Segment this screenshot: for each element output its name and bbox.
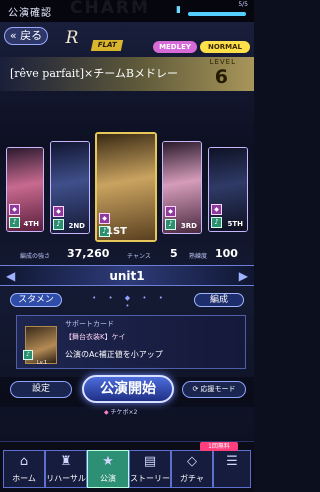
attribute-icon: ◆: [165, 206, 176, 217]
stamina-value: 5/5: [238, 1, 248, 8]
member-rank: 5TH: [227, 220, 243, 228]
note-icon: ♪: [165, 219, 176, 230]
start-performance-button[interactable]: 公演開始: [82, 375, 174, 403]
back-label: 戻る: [20, 29, 43, 42]
note-icon: ♪: [53, 219, 64, 230]
unit-page-indicator: • • ◆ • • •: [92, 294, 168, 310]
member-card-5th[interactable]: ◆ ♪ 5TH: [208, 147, 248, 232]
training-value: 100: [215, 247, 238, 260]
attribute-icon: ◆: [53, 206, 64, 217]
level-label: LEVEL: [209, 58, 236, 66]
nav-menu[interactable]: ☰: [213, 450, 251, 488]
ticket-icon: ◆: [104, 409, 109, 416]
note-icon: ♪: [9, 217, 20, 228]
member-rank: 4TH: [23, 220, 39, 228]
member-portrait: [97, 134, 155, 240]
stamina-meter: ▮ 5/5: [176, 1, 248, 17]
attribute-icon: ◆: [211, 204, 222, 215]
ticket-cost: ◆ チケボ×2: [104, 407, 137, 416]
nav-story-label: ストーリー: [130, 474, 170, 483]
member-rank: 1ST: [106, 226, 127, 237]
support-mode-button[interactable]: ⟳ 応援モード: [182, 381, 246, 398]
attribute-icon: ◆: [99, 213, 110, 224]
nav-home[interactable]: ⌂ ホーム: [3, 450, 45, 488]
starting-members-button[interactable]: スタメン: [10, 293, 62, 307]
training-label: 熟練度: [189, 253, 208, 260]
song-banner: [rêve parfait]×チームBメドレー LEVEL 6: [0, 57, 254, 91]
medley-badge: MEDLEY: [153, 41, 197, 53]
bg-logo-text: CHARM: [70, 0, 150, 18]
support-card-name: 【舞台衣装K】ケイ: [65, 333, 126, 341]
back-chevron-icon: «: [9, 29, 17, 42]
top-bar: CHARM 公演確認 ▮ 5/5: [0, 0, 254, 22]
power-label: 編成の強さ: [20, 253, 51, 260]
unit-name: unit1: [109, 269, 145, 283]
chance-label: チャンス: [127, 253, 151, 260]
performance-icon: ★: [102, 454, 114, 469]
song-title: [rêve parfait]×チームBメドレー: [10, 67, 178, 80]
support-card-level: Lv.1: [37, 360, 48, 366]
performance-confirm-screen: CHARM 公演確認 ▮ 5/5 « 戻る R FLAT MEDLEY NORM…: [0, 0, 254, 492]
settings-button[interactable]: 設定: [10, 381, 72, 398]
refresh-icon: ⟳: [192, 385, 199, 393]
support-note-icon: ♪: [23, 350, 33, 360]
screen-title: 公演確認: [8, 8, 52, 19]
stamina-bar-fill: [188, 12, 246, 16]
unit-next-button[interactable]: ▶: [239, 269, 248, 283]
nav-rehearsal[interactable]: ♜ リハーサル: [45, 450, 87, 488]
story-icon: ▤: [143, 454, 157, 469]
nav-rehearsal-label: リハーサル: [46, 474, 86, 483]
formation-stats: 編成の強さ 37,260 チャンス 5 熟練度 100: [0, 246, 254, 262]
nav-home-label: ホーム: [12, 474, 36, 483]
gacha-icon: ◇: [187, 454, 197, 469]
normal-difficulty-badge: NORMAL: [200, 41, 250, 53]
support-card-heading: サポートカード: [65, 320, 114, 328]
nav-performance[interactable]: ★ 公演: [87, 450, 129, 488]
member-card-4th[interactable]: ◆ ♪ 4TH: [6, 147, 44, 232]
nav-performance-label: 公演: [100, 474, 116, 483]
gacha-free-badge: 1回無料: [200, 442, 238, 451]
nav-gacha[interactable]: ◇ ガチャ: [171, 450, 213, 488]
support-mode-label: 応援モード: [200, 385, 236, 393]
unit-selector: ◀ unit1 ▶: [0, 265, 254, 286]
nav-gacha-label: ガチャ: [180, 474, 204, 483]
ticket-text: チケボ×2: [110, 409, 138, 416]
menu-icon: ☰: [226, 454, 238, 469]
member-card-3rd[interactable]: ◆ ♪ 3RD: [162, 141, 202, 234]
formation-button[interactable]: 編成: [194, 293, 244, 307]
home-icon: ⌂: [19, 454, 29, 469]
stamina-icon: ▮: [176, 5, 181, 15]
series-logo: R: [65, 28, 79, 48]
rehearsal-icon: ♜: [60, 454, 72, 469]
flat-badge: FLAT: [90, 40, 124, 51]
support-card-panel[interactable]: ♪ Lv.1 サポートカード 【舞台衣装K】ケイ 公演のAc補正値を小アップ: [16, 315, 246, 369]
stamina-bar: [188, 12, 246, 16]
attribute-icon: ◆: [9, 204, 20, 215]
support-card-description: 公演のAc補正値を小アップ: [65, 350, 163, 359]
back-button[interactable]: « 戻る: [4, 27, 48, 45]
level-value: 6: [214, 66, 228, 88]
chance-value: 5: [170, 247, 178, 260]
member-card-2nd[interactable]: ◆ ♪ 2ND: [50, 141, 90, 234]
member-rank: 3RD: [180, 222, 197, 230]
nav-story[interactable]: ▤ ストーリー: [129, 450, 171, 488]
member-rank: 2ND: [68, 222, 85, 230]
note-icon: ♪: [211, 217, 222, 228]
member-card-1st[interactable]: ◆ ♪ 1ST: [95, 132, 157, 242]
power-value: 37,260: [67, 247, 110, 260]
